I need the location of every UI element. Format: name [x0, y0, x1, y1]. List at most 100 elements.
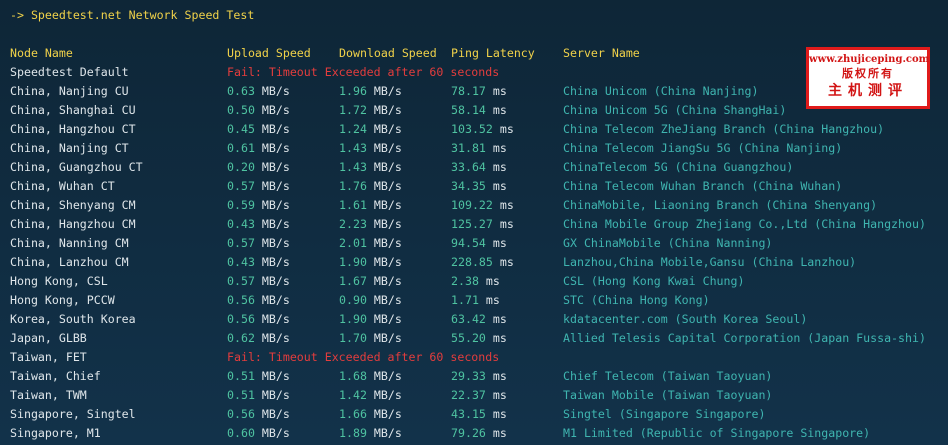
table-row: Taiwan, Chief 0.51 MB/s 1.68 MB/s 29.33 ms C… — [10, 367, 948, 386]
row-upload-speed: 0.61 MB/s — [227, 139, 290, 158]
row-upload-speed: 0.51 MB/s — [227, 386, 290, 405]
row-server-name: China Unicom 5G (China ShangHai) — [563, 103, 787, 117]
row-server-name: GX ChinaMobile (China Nanning) — [563, 236, 773, 250]
upload-unit: MB/s — [261, 236, 290, 250]
ping-value: 22.37 — [451, 388, 486, 402]
ping-value: 109.22 — [451, 198, 493, 212]
row-node-name: Singapore, Singtel — [10, 407, 136, 421]
ping-unit: ms — [492, 407, 507, 421]
header-server-name: Server Name — [563, 46, 640, 60]
table-row: Singapore, M1 0.60 MB/s 1.89 MB/s 79.26 ms M… — [10, 424, 948, 443]
ping-unit: ms — [492, 179, 507, 193]
ping-unit: ms — [492, 426, 507, 440]
row-server-name: STC (China Hong Kong) — [563, 293, 710, 307]
row-upload-speed: 0.56 MB/s — [227, 310, 290, 329]
row-ping-latency: 58.14 ms — [451, 101, 507, 120]
row-download-speed: 2.23 MB/s — [339, 215, 402, 234]
row-ping-latency: 63.42 ms — [451, 310, 507, 329]
download-value: 1.61 — [339, 198, 367, 212]
upload-unit: MB/s — [261, 141, 290, 155]
upload-value: 0.56 — [227, 293, 255, 307]
row-ping-latency: 34.35 ms — [451, 177, 507, 196]
table-row: China, Wuhan CT 0.57 MB/s 1.76 MB/s 34.35 m… — [10, 177, 948, 196]
row-download-speed: 1.70 MB/s — [339, 329, 402, 348]
row-server-name: Taiwan Mobile (Taiwan Taoyuan) — [563, 388, 773, 402]
download-value: 1.96 — [339, 84, 367, 98]
ping-value: 43.15 — [451, 407, 486, 421]
download-unit: MB/s — [373, 160, 402, 174]
table-row: China, Shenyang CM 0.59 MB/s 1.61 MB/s 109.… — [10, 196, 948, 215]
upload-value: 0.60 — [227, 426, 255, 440]
upload-unit: MB/s — [261, 255, 290, 269]
row-node-name: Taiwan, Chief — [10, 369, 101, 383]
row-download-speed: 1.90 MB/s — [339, 310, 402, 329]
watermark-stamp: www.zhujiceping.com 版权所有 主机测评 — [806, 47, 930, 109]
download-value: 2.01 — [339, 236, 367, 250]
row-ping-latency: 55.20 ms — [451, 329, 507, 348]
row-node-name: China, Nanning CM — [10, 236, 129, 250]
ping-value: 33.64 — [451, 160, 486, 174]
upload-unit: MB/s — [261, 369, 290, 383]
upload-value: 0.61 — [227, 141, 255, 155]
row-upload-speed: 0.57 MB/s — [227, 177, 290, 196]
row-download-speed: 1.72 MB/s — [339, 101, 402, 120]
upload-value: 0.57 — [227, 179, 255, 193]
ping-value: 34.35 — [451, 179, 486, 193]
upload-value: 0.56 — [227, 312, 255, 326]
table-row: China, Nanning CM 0.57 MB/s 2.01 MB/s 94.54… — [10, 234, 948, 253]
ping-unit: ms — [492, 236, 507, 250]
upload-unit: MB/s — [261, 84, 290, 98]
row-server-name: Lanzhou,China Mobile,Gansu (China Lanzho… — [563, 255, 857, 269]
download-value: 1.43 — [339, 160, 367, 174]
upload-unit: MB/s — [261, 179, 290, 193]
upload-value: 0.57 — [227, 236, 255, 250]
row-download-speed: 1.61 MB/s — [339, 196, 402, 215]
row-server-name: Allied Telesis Capital Corporation (Japa… — [563, 331, 926, 345]
upload-value: 0.62 — [227, 331, 255, 345]
row-ping-latency: 33.64 ms — [451, 158, 507, 177]
upload-value: 0.43 — [227, 255, 255, 269]
row-download-speed: 1.96 MB/s — [339, 82, 402, 101]
ping-unit: ms — [492, 312, 507, 326]
watermark-copyright: 版权所有 — [842, 67, 894, 80]
row-download-speed: 0.90 MB/s — [339, 291, 402, 310]
download-unit: MB/s — [373, 198, 402, 212]
row-node-name: Hong Kong, CSL — [10, 274, 108, 288]
row-node-name: Taiwan, TWM — [10, 388, 87, 402]
download-unit: MB/s — [373, 293, 402, 307]
ping-value: 79.26 — [451, 426, 486, 440]
ping-value: 55.20 — [451, 331, 486, 345]
ping-value: 2.38 — [451, 274, 479, 288]
upload-unit: MB/s — [261, 293, 290, 307]
table-row: Taiwan, TWM 0.51 MB/s 1.42 MB/s 22.37 ms Tai… — [10, 386, 948, 405]
download-unit: MB/s — [373, 312, 402, 326]
download-value: 1.43 — [339, 141, 367, 155]
ping-unit: ms — [492, 388, 507, 402]
row-ping-latency: 43.15 ms — [451, 405, 507, 424]
row-download-speed: 1.67 MB/s — [339, 272, 402, 291]
upload-value: 0.43 — [227, 217, 255, 231]
row-download-speed: 1.24 MB/s — [339, 120, 402, 139]
ping-unit: ms — [499, 255, 514, 269]
row-upload-speed: 0.51 MB/s — [227, 367, 290, 386]
row-download-speed: 1.43 MB/s — [339, 158, 402, 177]
row-node-name: China, Lanzhou CM — [10, 255, 129, 269]
row-download-speed: 1.89 MB/s — [339, 424, 402, 443]
download-unit: MB/s — [373, 103, 402, 117]
row-node-name: China, Shanghai CU — [10, 103, 136, 117]
download-unit: MB/s — [373, 255, 402, 269]
download-unit: MB/s — [373, 236, 402, 250]
upload-unit: MB/s — [261, 198, 290, 212]
row-download-speed: 2.01 MB/s — [339, 234, 402, 253]
row-ping-latency: 79.26 ms — [451, 424, 507, 443]
row-upload-speed: 0.57 MB/s — [227, 234, 290, 253]
row-ping-latency: 109.22 ms — [451, 196, 514, 215]
watermark-url: www.zhujiceping.com — [809, 54, 930, 65]
upload-unit: MB/s — [261, 426, 290, 440]
upload-unit: MB/s — [261, 160, 290, 174]
row-ping-latency: 94.54 ms — [451, 234, 507, 253]
upload-unit: MB/s — [261, 312, 290, 326]
download-value: 1.72 — [339, 103, 367, 117]
row-node-name: Singapore, M1 — [10, 426, 101, 440]
download-unit: MB/s — [373, 84, 402, 98]
